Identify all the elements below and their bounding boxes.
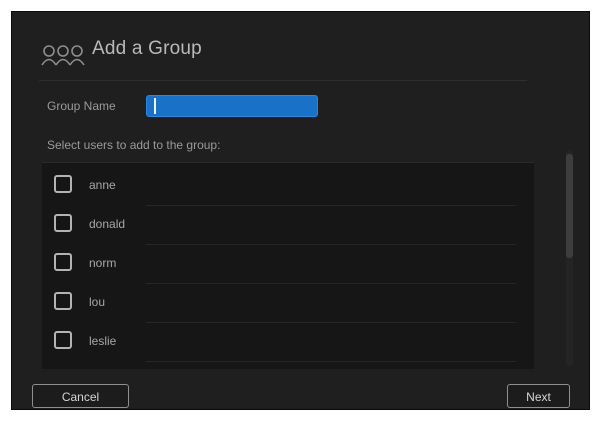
list-item[interactable]: lou (42, 284, 534, 323)
user-name: lou (89, 295, 106, 309)
group-name-label: Group Name (47, 99, 116, 113)
list-item[interactable]: donald (42, 206, 534, 245)
row-divider (146, 361, 516, 362)
text-caret (154, 98, 156, 114)
user-checkbox[interactable] (54, 175, 72, 193)
user-name: anne (89, 178, 116, 192)
list-item[interactable]: leslie (42, 323, 534, 362)
group-name-input[interactable] (146, 95, 318, 117)
list-item[interactable]: norm (42, 245, 534, 284)
user-checkbox[interactable] (54, 214, 72, 232)
next-button[interactable]: Next (507, 384, 570, 408)
group-users-icon (41, 45, 85, 66)
add-group-dialog: Add a Group Group Name Select users to a… (11, 11, 590, 410)
user-checkbox[interactable] (54, 331, 72, 349)
select-users-instruction: Select users to add to the group: (47, 138, 221, 152)
dialog-title: Add a Group (92, 38, 202, 59)
cancel-button[interactable]: Cancel (32, 384, 129, 408)
user-checkbox[interactable] (54, 253, 72, 271)
dialog-header: Add a Group (12, 12, 589, 88)
user-checkbox[interactable] (54, 292, 72, 310)
list-item[interactable]: anne (42, 167, 534, 206)
header-divider (39, 80, 527, 81)
user-name: donald (89, 217, 126, 231)
list-scrollbar[interactable] (563, 150, 576, 366)
user-name: leslie (89, 334, 117, 348)
user-name: norm (89, 256, 117, 270)
user-list: anne donald norm lou leslie (42, 162, 534, 369)
scrollbar-thumb[interactable] (566, 154, 573, 258)
